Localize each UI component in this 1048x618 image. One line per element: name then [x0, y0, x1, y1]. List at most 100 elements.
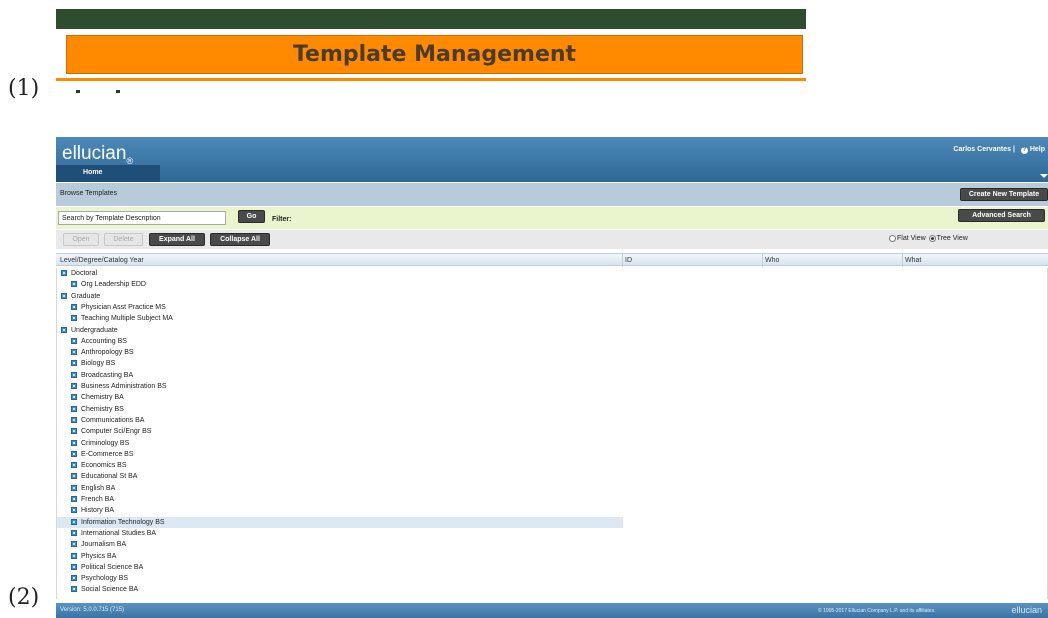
- expand-all-button[interactable]: Expand All: [149, 233, 205, 246]
- tree-item-row[interactable]: International Studies BA: [57, 528, 156, 539]
- template-search-input[interactable]: [58, 211, 226, 225]
- tree-node-icon[interactable]: [71, 507, 77, 514]
- tree-node-icon[interactable]: [71, 450, 77, 457]
- tree-node-icon[interactable]: [71, 552, 77, 559]
- tree-item-row[interactable]: English BA: [57, 483, 115, 494]
- tree-item-row[interactable]: Physics BA: [57, 551, 116, 562]
- tree-node-icon[interactable]: [71, 586, 77, 593]
- tree-node-label: International Studies BA: [81, 529, 157, 537]
- tree-node-label: Physics BA: [81, 552, 117, 560]
- tree-item-row[interactable]: French BA: [57, 494, 114, 505]
- tree-item-row[interactable]: Psychology BS: [57, 573, 128, 584]
- tree-node-icon[interactable]: [71, 563, 77, 570]
- tree-node-icon[interactable]: [71, 315, 77, 322]
- tree-node-icon[interactable]: [71, 541, 77, 548]
- tree-item-row[interactable]: Teaching Multiple Subject MA: [57, 313, 173, 324]
- menu-caret-icon[interactable]: [1040, 174, 1048, 178]
- section-marker-1: (1): [8, 76, 40, 101]
- tree-item-row[interactable]: Social Science BA: [57, 584, 138, 595]
- tree-item-row[interactable]: Physician Asst Practice MS: [57, 302, 166, 313]
- top-header: ellucian® Home Carlos Cervantes | ? Help: [56, 137, 1048, 182]
- tree-node-label: History BA: [81, 507, 115, 515]
- tree-item-row[interactable]: Communications BA: [57, 415, 144, 426]
- tree-node-icon[interactable]: [71, 383, 77, 389]
- tree-item-row[interactable]: Journalism BA: [57, 539, 126, 550]
- page-title: Browse Templates: [60, 190, 118, 197]
- tree-node-icon[interactable]: [71, 428, 77, 435]
- delete-button[interactable]: Delete: [104, 233, 143, 246]
- banner-underline: [56, 78, 806, 81]
- tree-item-row[interactable]: Chemistry BA: [57, 392, 124, 403]
- tree-node-label: Criminology BS: [81, 439, 130, 447]
- tree-item-row[interactable]: Anthropology BS: [57, 347, 134, 358]
- tree-item-row[interactable]: Criminology BS: [57, 438, 129, 449]
- tree-node-icon[interactable]: [71, 337, 77, 344]
- flat-view-radio[interactable]: [889, 235, 896, 242]
- banner-cropped-text: [76, 90, 136, 94]
- tree-item-row[interactable]: History BA: [57, 505, 114, 516]
- flat-view-label[interactable]: Flat View: [897, 235, 926, 242]
- home-tab[interactable]: Home: [56, 165, 160, 182]
- tree-item-row[interactable]: Political Science BA: [57, 562, 143, 573]
- tree-node-label: Social Science BA: [81, 586, 139, 594]
- tree-group-row[interactable]: Graduate: [57, 291, 100, 302]
- tree-node-label: Educational St BA: [81, 473, 138, 481]
- tree-node-icon[interactable]: [61, 270, 67, 276]
- tree-node-icon[interactable]: [61, 326, 67, 333]
- tree-node-icon[interactable]: [71, 281, 77, 288]
- tree-node-icon[interactable]: [71, 462, 77, 469]
- tree-node-icon[interactable]: [71, 473, 77, 480]
- column-header-what[interactable]: What: [905, 257, 921, 264]
- tree-item-row[interactable]: Biology BS: [57, 358, 115, 369]
- tree-node-icon[interactable]: [71, 405, 77, 412]
- tree-node-label: Accounting BS: [81, 337, 127, 345]
- tree-item-row[interactable]: Economics BS: [57, 460, 127, 471]
- tree-group-row[interactable]: Doctoral: [57, 268, 97, 279]
- tree-item-row[interactable]: Broadcasting BA: [57, 370, 133, 381]
- tree-view-label[interactable]: Tree View: [937, 235, 968, 242]
- tree-node-icon[interactable]: [71, 518, 77, 525]
- tree-node-icon[interactable]: [71, 529, 77, 536]
- column-header-level[interactable]: Level/Degree/Catalog Year: [60, 257, 144, 264]
- tree-item-row[interactable]: Chemistry BS: [57, 404, 124, 415]
- help-link[interactable]: Help: [1030, 146, 1045, 153]
- create-new-template-button[interactable]: Create New Template: [960, 188, 1048, 201]
- tree-node-icon[interactable]: [71, 394, 77, 401]
- column-header-id[interactable]: ID: [625, 257, 632, 264]
- template-management-banner: Template Management: [66, 35, 803, 74]
- tree-item-row[interactable]: Computer Sci/Engr BS: [57, 426, 151, 437]
- tree-node-icon[interactable]: [71, 575, 77, 582]
- tree-item-row[interactable]: Information Technology BS: [57, 516, 623, 528]
- tree-node-label: Chemistry BA: [81, 394, 124, 402]
- tree-node-icon[interactable]: [71, 303, 77, 310]
- go-button[interactable]: Go: [238, 210, 265, 223]
- tree-node-label: Economics BS: [81, 462, 127, 470]
- collapse-all-button[interactable]: Collapse All: [210, 233, 270, 246]
- tree-node-icon[interactable]: [71, 371, 77, 378]
- tree-node-icon[interactable]: [71, 349, 77, 356]
- section-marker-2: (2): [8, 585, 40, 610]
- tree-item-row[interactable]: Educational St BA: [57, 471, 137, 482]
- tree-node-icon[interactable]: [71, 496, 77, 502]
- browse-templates-bar: Browse Templates Create New Template: [56, 183, 1048, 206]
- tree-node-icon[interactable]: [71, 439, 77, 446]
- column-header-who[interactable]: Who: [765, 257, 779, 264]
- tree-node-label: E-Commerce BS: [81, 450, 134, 458]
- tree-item-row[interactable]: E-Commerce BS: [57, 449, 134, 460]
- user-name[interactable]: Carlos Cervantes: [953, 146, 1011, 153]
- tree-item-row[interactable]: Business Administration BS: [57, 381, 167, 392]
- tree-group-row[interactable]: Undergraduate: [57, 325, 118, 336]
- tree-view-radio[interactable]: [928, 235, 936, 242]
- advanced-search-button[interactable]: Advanced Search: [958, 209, 1045, 222]
- open-button[interactable]: Open: [63, 233, 99, 246]
- banner-title: Template Management: [292, 42, 577, 67]
- tree-node-label: English BA: [81, 484, 116, 492]
- tree-item-row[interactable]: Accounting BS: [57, 336, 127, 347]
- tree-node-icon[interactable]: [71, 484, 77, 491]
- tree-node-icon[interactable]: [61, 292, 67, 299]
- tree-node-icon[interactable]: [71, 416, 77, 423]
- tree-node-label: Doctoral: [71, 270, 98, 277]
- tree-node-icon[interactable]: [71, 360, 77, 367]
- help-icon[interactable]: ?: [1020, 147, 1028, 154]
- tree-item-row[interactable]: Org Leadership EDD: [57, 279, 146, 290]
